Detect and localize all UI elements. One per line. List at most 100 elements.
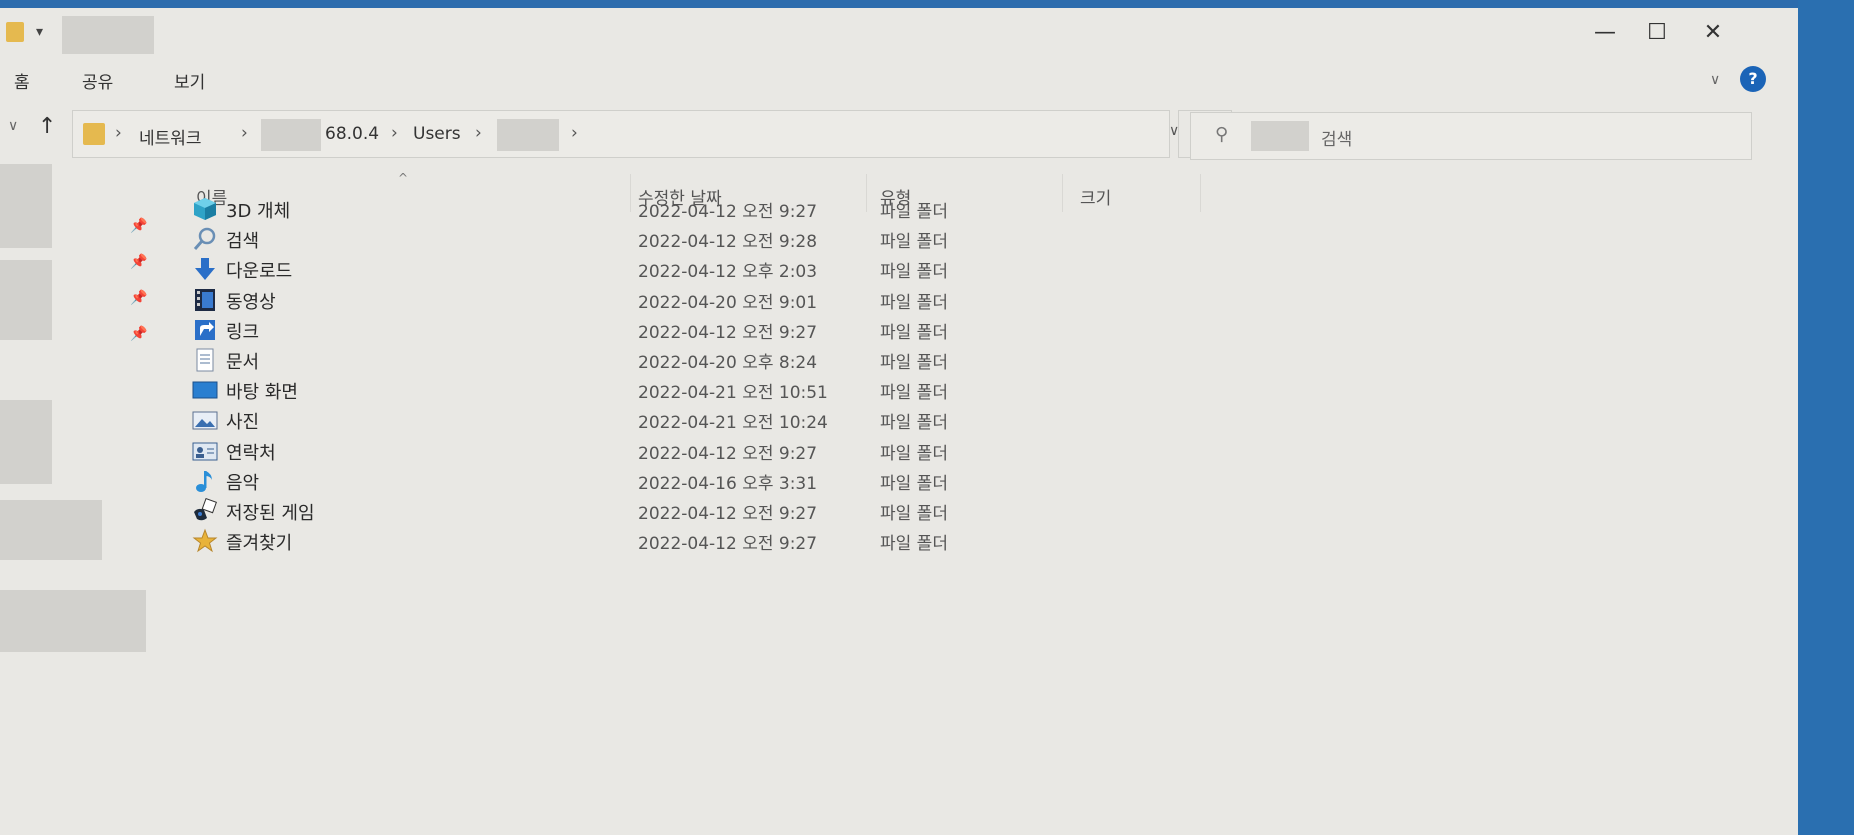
redacted-username: [497, 119, 559, 151]
breadcrumb-users[interactable]: Users: [413, 124, 461, 144]
search-folder-icon: [192, 226, 218, 252]
file-name: 링크: [226, 321, 260, 343]
pin-icon[interactable]: 📌: [130, 218, 147, 234]
expand-ribbon-icon[interactable]: ∨: [1710, 72, 1720, 88]
file-name: 저장된 게임: [226, 503, 315, 524]
table-row[interactable]: 다운로드 2022-04-12 오후 2:03 파일 폴더: [184, 252, 984, 286]
modified-date: 2022-04-21 오전 10:24: [638, 413, 828, 434]
file-name: 연락처: [226, 442, 276, 464]
table-row[interactable]: 3D 개체 2022-04-12 오전 9:27 파일 폴더: [184, 192, 984, 226]
favorites-icon: [192, 528, 218, 554]
download-icon: [192, 256, 218, 282]
desktop-right-edge: [1798, 0, 1854, 835]
redacted-title: [62, 16, 154, 54]
file-name: 바탕 화면: [226, 382, 298, 404]
file-name: 음악: [226, 472, 260, 494]
redacted-host: [261, 119, 321, 151]
recent-locations-icon[interactable]: ∨: [8, 118, 18, 134]
desktop-icon: [192, 377, 218, 403]
file-type: 파일 폴더: [880, 504, 948, 524]
search-placeholder: 검색: [1321, 130, 1353, 150]
tab-view[interactable]: 보기: [174, 68, 205, 93]
contacts-icon: [192, 438, 218, 464]
file-name: 즐겨찾기: [226, 533, 293, 555]
modified-date: 2022-04-12 오전 9:27: [638, 322, 818, 343]
modified-date: 2022-04-12 오전 9:27: [638, 202, 818, 222]
redacted-nav-item: [0, 590, 146, 652]
address-bar[interactable]: › 네트워크 › 68.0.4 › Users › › ∨: [72, 110, 1179, 158]
column-header-size[interactable]: 크기: [1080, 184, 1111, 209]
breadcrumb-separator-icon[interactable]: ›: [475, 123, 482, 143]
desktop-top-edge: [0, 0, 1854, 8]
close-button[interactable]: ✕: [1688, 18, 1738, 48]
maximize-button[interactable]: ☐: [1632, 18, 1682, 48]
document-icon: [192, 347, 218, 373]
tab-home[interactable]: 홈: [14, 68, 30, 93]
table-row[interactable]: 즐겨찾기 2022-04-12 오전 9:27 파일 폴더: [184, 524, 984, 558]
table-row[interactable]: 음악 2022-04-16 오후 3:31 파일 폴더: [184, 464, 984, 498]
column-divider[interactable]: [1062, 174, 1063, 212]
table-row[interactable]: 바탕 화면 2022-04-21 오전 10:51 파일 폴더: [184, 373, 984, 407]
file-name: 다운로드: [226, 261, 293, 283]
breadcrumb-host[interactable]: 68.0.4: [325, 124, 379, 144]
file-type: 파일 폴더: [880, 262, 948, 283]
table-row[interactable]: 동영상 2022-04-20 오전 9:01 파일 폴더: [184, 283, 984, 317]
file-type: 파일 폴더: [880, 232, 948, 253]
file-name: 동영상: [226, 291, 276, 313]
3d-objects-icon: [192, 196, 218, 222]
breadcrumb-separator-icon[interactable]: ›: [115, 123, 122, 143]
up-arrow-icon[interactable]: ↑: [38, 114, 56, 139]
pin-icon[interactable]: 📌: [130, 290, 147, 306]
ribbon-tabs: 홈 공유 보기 ∨: [0, 60, 1798, 100]
file-type: 파일 폴더: [880, 534, 948, 555]
redacted-search-scope: [1251, 121, 1309, 151]
link-icon: [192, 317, 218, 343]
modified-date: 2022-04-12 오전 9:27: [638, 504, 818, 524]
file-name: 검색: [226, 231, 260, 253]
file-type: 파일 폴더: [880, 473, 948, 494]
table-row[interactable]: 사진 2022-04-21 오전 10:24 파일 폴더: [184, 403, 984, 437]
table-row[interactable]: 문서 2022-04-20 오후 8:24 파일 폴더: [184, 343, 984, 377]
pin-icon[interactable]: 📌: [130, 254, 147, 270]
modified-date: 2022-04-16 오후 3:31: [638, 473, 818, 494]
table-row[interactable]: 저장된 게임 2022-04-12 오전 9:27 파일 폴더: [184, 494, 984, 528]
file-explorer-window: ▾ — ☐ ✕ 홈 공유 보기 ∨ ? ∨ ↑ › 네트워크 › 68.0.4 …: [0, 8, 1798, 835]
redacted-nav-item: [0, 400, 52, 484]
saved-games-icon: [192, 497, 218, 524]
table-row[interactable]: 연락처 2022-04-12 오전 9:27 파일 폴더: [184, 434, 984, 468]
breadcrumb-separator-icon[interactable]: ›: [571, 123, 578, 143]
minimize-button[interactable]: —: [1580, 18, 1630, 48]
table-row[interactable]: 링크 2022-04-12 오전 9:27 파일 폴더: [184, 313, 984, 347]
pin-icon[interactable]: 📌: [130, 326, 147, 342]
file-name: 사진: [226, 412, 260, 434]
column-divider[interactable]: [1200, 174, 1201, 212]
title-bar: ▾ — ☐ ✕: [0, 8, 1798, 60]
search-input[interactable]: ⚲ 검색: [1190, 112, 1752, 160]
table-row[interactable]: 검색 2022-04-12 오전 9:28 파일 폴더: [184, 222, 984, 256]
file-type: 파일 폴더: [880, 292, 948, 313]
file-name: 3D 개체: [226, 201, 291, 222]
modified-date: 2022-04-12 오전 9:27: [638, 534, 818, 555]
redacted-nav-item: [0, 260, 52, 340]
breadcrumb-network[interactable]: 네트워크: [139, 124, 202, 149]
modified-date: 2022-04-20 오전 9:01: [638, 292, 818, 313]
quick-access-dropdown-icon[interactable]: ▾: [36, 24, 43, 40]
modified-date: 2022-04-12 오전 9:27: [638, 443, 818, 464]
redacted-nav-item: [0, 164, 52, 248]
file-type: 파일 폴더: [880, 443, 948, 464]
folder-icon: [83, 123, 105, 145]
tab-share[interactable]: 공유: [82, 68, 113, 93]
help-icon[interactable]: ?: [1740, 66, 1766, 92]
breadcrumb-separator-icon[interactable]: ›: [391, 123, 398, 143]
file-type: 파일 폴더: [880, 413, 948, 434]
file-name: 문서: [226, 352, 260, 373]
modified-date: 2022-04-20 오후 8:24: [638, 353, 818, 373]
breadcrumb-separator-icon[interactable]: ›: [241, 123, 248, 143]
file-type: 파일 폴더: [880, 383, 948, 404]
video-icon: [192, 287, 218, 313]
music-icon: [192, 468, 218, 494]
pictures-icon: [192, 407, 218, 433]
folder-icon: [6, 22, 24, 42]
search-icon: ⚲: [1215, 124, 1229, 145]
modified-date: 2022-04-12 오후 2:03: [638, 262, 818, 283]
